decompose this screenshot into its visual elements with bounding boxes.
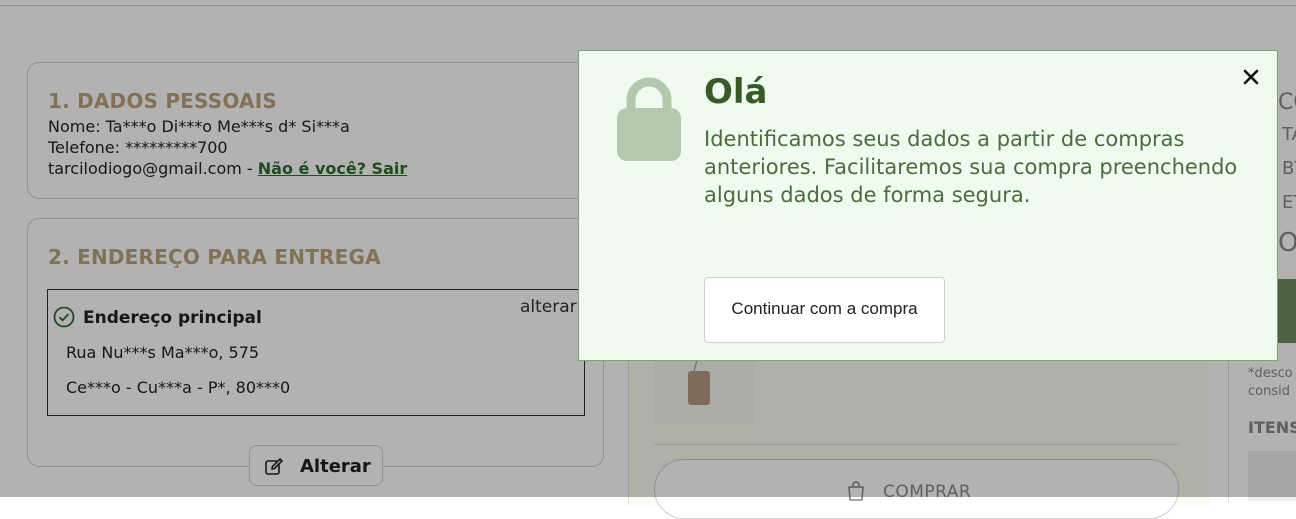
welcome-back-modal: Olá Identificamos seus dados a partir de… <box>578 50 1278 361</box>
continue-purchase-button[interactable]: Continuar com a compra <box>704 277 945 343</box>
modal-title: Olá <box>704 72 768 112</box>
lock-icon <box>617 77 681 161</box>
continue-purchase-label: Continuar com a compra <box>731 299 918 318</box>
modal-message: Identificamos seus dados a partir de com… <box>704 127 1238 207</box>
close-icon[interactable] <box>1239 65 1263 89</box>
